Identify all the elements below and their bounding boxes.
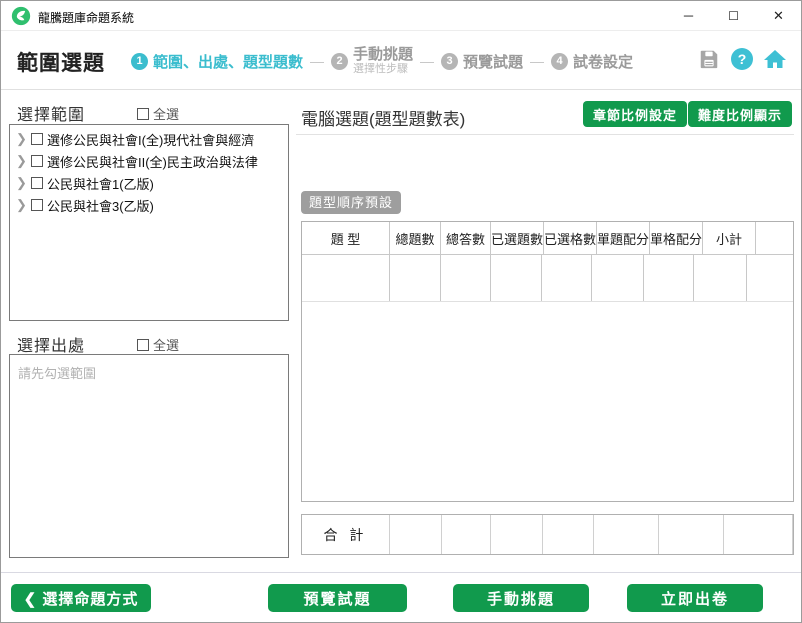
- empty-cell: [644, 255, 694, 301]
- chapter-ratio-button[interactable]: 章節比例設定: [582, 101, 687, 127]
- source-list: 請先勾選範圍: [9, 354, 289, 558]
- tree-item-book-1[interactable]: ❯ 選修公民與社會I(全)現代社會與經濟: [10, 128, 288, 150]
- step-4-paper-settings[interactable]: 4 試卷設定: [551, 51, 633, 72]
- empty-cell: [491, 255, 542, 301]
- total-cell: [724, 515, 793, 554]
- type-order-default-badge[interactable]: 題型順序預設: [301, 191, 402, 214]
- total-cell: [659, 515, 724, 554]
- step-separator: —: [530, 53, 545, 69]
- empty-cell: [694, 255, 747, 301]
- back-to-method-button[interactable]: ❮ 選擇命題方式: [11, 584, 151, 612]
- app-logo-icon: [11, 6, 31, 26]
- col-extra: [756, 222, 793, 254]
- col-question-type: 題 型: [302, 222, 390, 254]
- source-select-all-checkbox[interactable]: [137, 338, 149, 351]
- header-divider: [296, 134, 794, 135]
- tree-item-book-2[interactable]: ❯ 選修公民與社會II(全)民主政治與法律: [10, 150, 288, 172]
- range-select-all-checkbox[interactable]: [137, 107, 149, 120]
- expand-chevron-icon[interactable]: ❯: [15, 172, 28, 194]
- tree-item-checkbox[interactable]: [31, 177, 43, 189]
- empty-cell: [542, 255, 592, 301]
- empty-cell: [592, 255, 644, 301]
- total-cell: [594, 515, 659, 554]
- range-select-all[interactable]: 全選: [137, 104, 179, 123]
- footer-divider: [1, 572, 801, 573]
- page-header: 範圍選題 1 範圍、出處、題型題數 — 2 手動挑題 選擇性步驟 — 3 預覽試…: [1, 32, 801, 90]
- back-button-label: 選擇命題方式: [42, 590, 139, 608]
- step-separator: —: [310, 53, 325, 69]
- computer-selection-title: 電腦選題(題型題數表): [301, 110, 466, 129]
- empty-cell: [302, 255, 390, 301]
- help-icon[interactable]: ?: [730, 47, 754, 71]
- empty-cell: [441, 255, 491, 301]
- empty-cell: [747, 255, 793, 301]
- step-4-number: 4: [551, 52, 569, 70]
- tree-item-label: 選修公民與社會I(全)現代社會與經濟: [47, 132, 255, 148]
- col-total-answers: 總答數: [441, 222, 491, 254]
- total-cell: [543, 515, 594, 554]
- step-2-label: 手動挑題: [353, 45, 414, 63]
- source-select-all[interactable]: 全選: [137, 335, 179, 354]
- source-select-all-label: 全選: [153, 338, 180, 353]
- col-points-per-cell: 單格配分: [650, 222, 704, 254]
- tree-item-book-4[interactable]: ❯ 公民與社會3(乙版): [10, 194, 288, 216]
- tree-item-label: 選修公民與社會II(全)民主政治與法律: [47, 154, 258, 170]
- tree-item-label: 公民與社會1(乙版): [47, 176, 154, 192]
- question-type-table: 題 型 總題數 總答數 已選題數 已選格數 單題配分 單格配分 小計: [301, 221, 794, 502]
- minimize-button[interactable]: ─: [666, 1, 711, 31]
- step-1-number: 1: [131, 52, 148, 70]
- expand-chevron-icon[interactable]: ❯: [15, 150, 28, 172]
- col-selected-questions: 已選題數: [491, 222, 545, 254]
- step-3-label: 預覽試題: [463, 53, 524, 71]
- expand-chevron-icon[interactable]: ❯: [15, 194, 28, 216]
- source-section-title: 選擇出處: [17, 338, 86, 355]
- save-icon[interactable]: [697, 47, 721, 71]
- title-bar: 龍騰題庫命題系統 ─ ☐ ✕: [1, 1, 801, 31]
- app-window: 龍騰題庫命題系統 ─ ☐ ✕ 範圍選題 1 範圍、出處、題型題數 — 2 手動挑…: [0, 0, 802, 623]
- step-1-label: 範圍、出處、題型題數: [153, 53, 304, 71]
- col-subtotal: 小計: [703, 222, 757, 254]
- tree-item-checkbox[interactable]: [31, 199, 43, 211]
- step-2-sublabel: 選擇性步驟: [353, 63, 409, 76]
- table-header-row: 題 型 總題數 總答數 已選題數 已選格數 單題配分 單格配分 小計: [302, 222, 793, 255]
- col-total-questions: 總題數: [390, 222, 441, 254]
- app-title: 龍騰題庫命題系統: [38, 11, 135, 25]
- empty-cell: [390, 255, 441, 301]
- page-title: 範圍選題: [17, 52, 105, 75]
- total-cell: [442, 515, 491, 554]
- source-placeholder-text: 請先勾選範圍: [18, 366, 97, 381]
- tree-item-checkbox[interactable]: [31, 133, 43, 145]
- step-2-manual-pick[interactable]: 2 手動挑題 選擇性步驟: [331, 45, 414, 76]
- wizard-steps: 1 範圍、出處、題型題數 — 2 手動挑題 選擇性步驟 — 3 預覽試題 — 4…: [131, 32, 633, 90]
- maximize-button[interactable]: ☐: [711, 1, 756, 31]
- back-arrow-icon: ❮: [23, 590, 38, 608]
- total-row: 合 計: [301, 514, 794, 555]
- total-cell: [491, 515, 543, 554]
- preview-questions-button[interactable]: 預覽試題: [268, 584, 407, 612]
- step-4-label: 試卷設定: [573, 53, 634, 71]
- tree-item-book-3[interactable]: ❯ 公民與社會1(乙版): [10, 172, 288, 194]
- step-separator: —: [420, 53, 435, 69]
- total-label: 合 計: [302, 515, 390, 554]
- range-section-title: 選擇範圍: [17, 107, 86, 124]
- step-2-number: 2: [331, 52, 349, 70]
- col-points-per-question: 單題配分: [597, 222, 651, 254]
- table-empty-row: [302, 255, 793, 302]
- expand-chevron-icon[interactable]: ❯: [15, 128, 28, 150]
- close-button[interactable]: ✕: [756, 1, 801, 31]
- difficulty-ratio-button[interactable]: 難度比例顯示: [687, 101, 792, 127]
- step-1-range[interactable]: 1 範圍、出處、題型題數: [131, 51, 303, 72]
- generate-paper-button[interactable]: 立即出卷: [627, 584, 763, 612]
- tree-item-label: 公民與社會3(乙版): [47, 198, 154, 214]
- manual-pick-button[interactable]: 手動挑題: [453, 584, 589, 612]
- tree-item-checkbox[interactable]: [31, 155, 43, 167]
- range-select-all-label: 全選: [153, 107, 180, 122]
- total-cell: [390, 515, 442, 554]
- step-3-number: 3: [441, 52, 459, 70]
- range-tree: ❯ 選修公民與社會I(全)現代社會與經濟 ❯ 選修公民與社會II(全)民主政治與…: [9, 124, 289, 321]
- step-3-preview[interactable]: 3 預覽試題: [441, 51, 523, 72]
- col-selected-cells: 已選格數: [544, 222, 598, 254]
- home-icon[interactable]: [763, 47, 787, 71]
